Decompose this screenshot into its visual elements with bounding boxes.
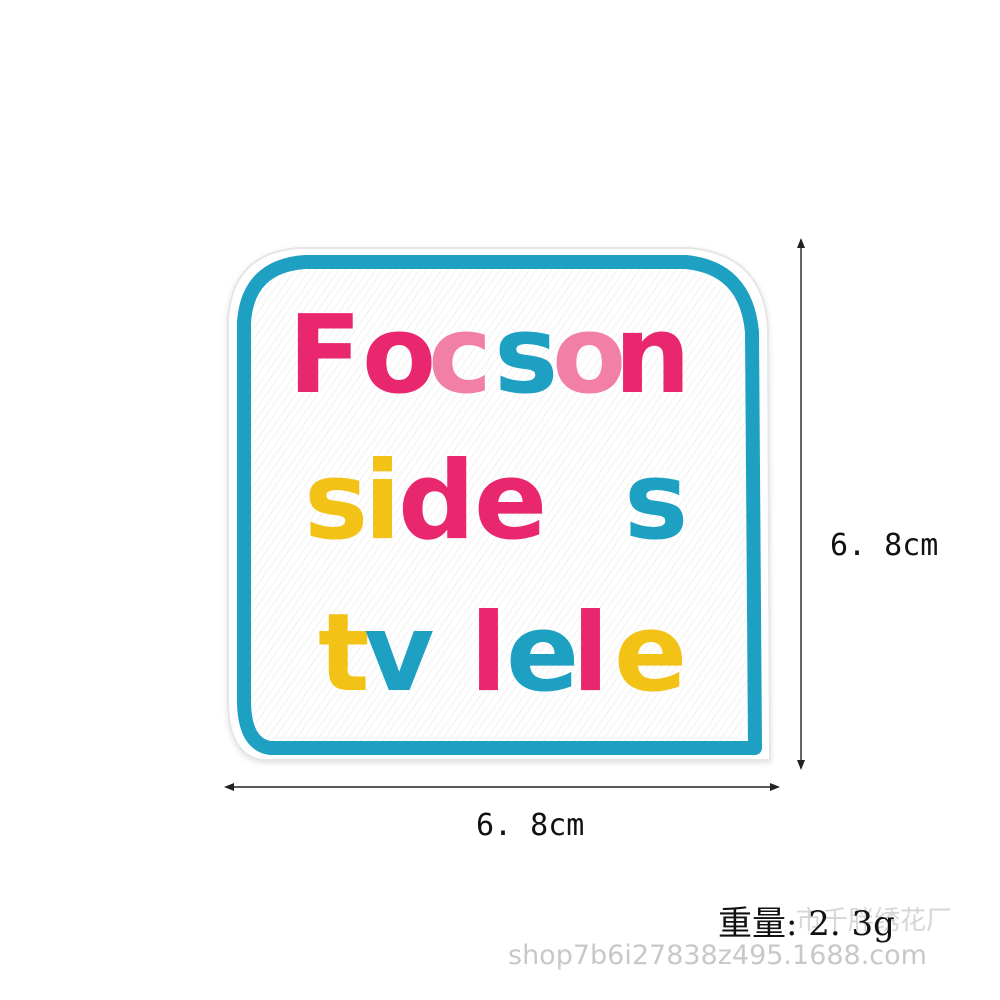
patch-letter: e <box>614 591 687 716</box>
embroidered-patch: F o c s o n s i d e s t v l e l e <box>224 238 805 791</box>
patch-letter: v <box>364 591 434 716</box>
patch-letter: s <box>304 439 368 564</box>
patch-letter: i <box>364 439 401 564</box>
width-dimension-line <box>224 783 780 791</box>
patch-text-line-3: t v l e l e <box>318 591 687 716</box>
patch-letter: F <box>288 293 362 418</box>
height-dimension-label: 6. 8cm <box>830 528 939 563</box>
patch-letter: c <box>428 293 492 418</box>
weight-label: 重量: 2. 3g <box>718 904 895 944</box>
patch-letter: l <box>572 591 609 716</box>
patch-letter: s <box>624 439 688 564</box>
patch-letter: t <box>318 591 370 716</box>
patch-letter: e <box>506 591 579 716</box>
patch-letter: e <box>474 439 547 564</box>
product-photo: F o c s o n s i d e s t v l e l e 6. 8cm… <box>0 0 1000 1000</box>
patch-letter: s <box>494 293 558 418</box>
patch-letter: n <box>614 293 691 418</box>
patch-letter: o <box>362 293 436 418</box>
height-dimension-line <box>797 238 805 770</box>
width-dimension-label: 6. 8cm <box>476 808 585 843</box>
patch-letter: l <box>470 591 507 716</box>
patch-text-line-2: s i d e s <box>304 439 688 564</box>
patch-text-line-1: F o c s o n <box>288 293 691 418</box>
shop-watermark: shop7b6i27838z495.1688.com <box>508 940 927 971</box>
patch-letter: d <box>398 439 475 564</box>
